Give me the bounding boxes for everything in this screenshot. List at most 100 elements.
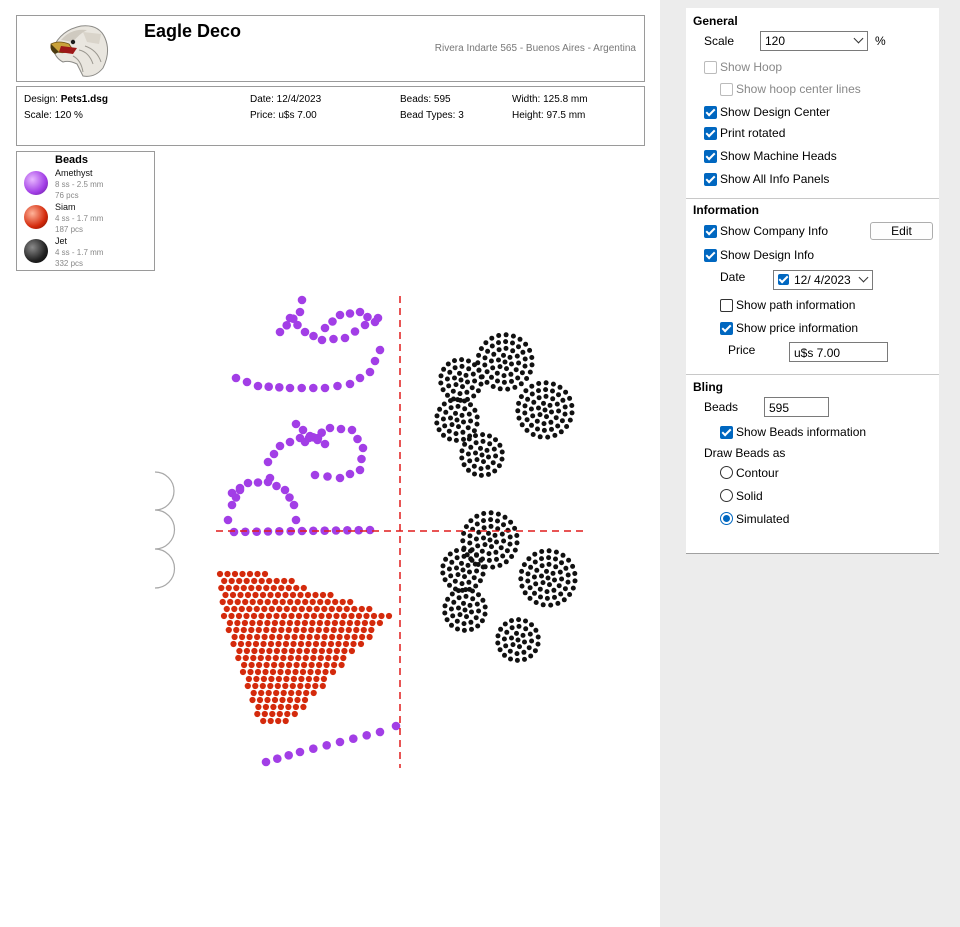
bead-dot xyxy=(529,391,535,397)
bead-dot xyxy=(532,648,538,654)
bead-dot xyxy=(516,344,521,350)
bead-dot xyxy=(524,427,530,433)
bead-dot xyxy=(252,640,260,648)
bead-dot xyxy=(231,373,241,383)
bead-dot xyxy=(305,431,315,441)
bead-dot xyxy=(563,389,569,395)
bead-dot xyxy=(499,456,505,462)
date-enabled-check[interactable] xyxy=(778,274,789,285)
bead-dot xyxy=(370,317,380,327)
bead-dot xyxy=(375,727,385,737)
bead-dot xyxy=(465,562,471,568)
section-divider xyxy=(686,198,939,199)
bead-dot xyxy=(239,570,246,578)
bead-dot xyxy=(335,473,345,483)
bead-dot xyxy=(570,563,576,569)
bead-dot xyxy=(280,612,288,620)
bead-dot xyxy=(534,567,540,573)
bead-dot xyxy=(479,452,485,458)
bead-dot xyxy=(275,675,282,683)
bead-dot xyxy=(231,570,239,578)
beads-count-input[interactable]: 595 xyxy=(764,397,829,417)
bead-dot xyxy=(544,595,550,601)
bead-dot xyxy=(529,355,535,360)
bead-dot xyxy=(453,431,459,437)
bead-dot xyxy=(263,626,270,634)
bead-dot xyxy=(482,362,488,368)
bead-dot xyxy=(440,387,446,393)
bead-dot xyxy=(516,617,522,623)
bead-dot xyxy=(468,556,474,562)
bead-dot xyxy=(459,357,465,363)
bead-dot xyxy=(257,598,264,606)
bead-dot xyxy=(273,612,280,620)
bead-dot xyxy=(304,682,311,690)
bead-dot xyxy=(489,343,495,349)
bead-dot xyxy=(321,633,328,641)
bead-dot xyxy=(354,619,361,627)
bead-dot xyxy=(525,578,531,584)
bead-dot xyxy=(543,380,549,386)
bead-dot xyxy=(253,381,263,391)
bead-dot xyxy=(525,571,531,577)
bead-dot xyxy=(249,598,256,606)
bead-dot xyxy=(257,654,264,662)
price-input[interactable]: u$s 7.00 xyxy=(789,342,888,362)
bead-dot xyxy=(486,454,491,460)
bead-dot xyxy=(345,469,355,479)
bead-dot xyxy=(522,356,528,362)
bead-dot xyxy=(448,606,454,612)
date-picker[interactable]: 12/ 4/2023 xyxy=(773,270,873,290)
bead-dot xyxy=(476,367,482,373)
bead-dot xyxy=(231,605,238,613)
bead-dot xyxy=(323,626,330,634)
bead-dot xyxy=(440,563,446,569)
bead-dot xyxy=(509,361,514,367)
bead-dot xyxy=(570,585,576,591)
bead-dot xyxy=(488,358,494,364)
bead-dot xyxy=(492,468,498,474)
bead-dot xyxy=(237,591,244,599)
bead-dot xyxy=(258,577,265,585)
bead-dot xyxy=(520,349,526,355)
bead-dot xyxy=(234,619,241,627)
bead-dot xyxy=(478,445,483,451)
bead-dot xyxy=(457,612,463,618)
bead-dot xyxy=(295,307,305,317)
bead-dot xyxy=(462,441,468,447)
bead-dot xyxy=(294,696,301,704)
bead-dot xyxy=(460,429,466,435)
bead-dot xyxy=(286,619,293,627)
bead-dot xyxy=(547,582,552,588)
bead-dot xyxy=(546,561,552,567)
bead-dot xyxy=(319,591,327,599)
bead-dot xyxy=(490,564,496,570)
bead-dot xyxy=(533,581,539,587)
bead-dot xyxy=(358,605,365,613)
bead-dot xyxy=(326,647,333,655)
bead-dot xyxy=(509,618,514,624)
bead-dot xyxy=(527,369,533,375)
bead-dot xyxy=(496,340,501,346)
bead-dot xyxy=(332,654,339,662)
bead-dot xyxy=(321,605,328,613)
bead-dot xyxy=(229,527,239,537)
bead-dot xyxy=(557,569,563,575)
bead-dot xyxy=(365,367,375,377)
bead-dot xyxy=(219,598,226,606)
bead-dot xyxy=(244,682,251,690)
bead-dot xyxy=(355,307,365,317)
scale-value: 120 xyxy=(765,34,786,48)
bead-dot xyxy=(333,647,340,655)
bead-dot xyxy=(552,577,557,583)
bead-dot xyxy=(320,640,327,648)
bead-dot xyxy=(494,370,500,376)
edit-company-button[interactable]: Edit xyxy=(870,222,933,240)
bead-dot xyxy=(333,381,342,391)
scale-combo[interactable]: 120 xyxy=(760,31,868,51)
bead-dot xyxy=(251,577,258,585)
bead-dot xyxy=(218,584,225,592)
bead-dot xyxy=(375,345,385,355)
bead-dot xyxy=(463,587,469,593)
bead-dot xyxy=(285,313,295,323)
